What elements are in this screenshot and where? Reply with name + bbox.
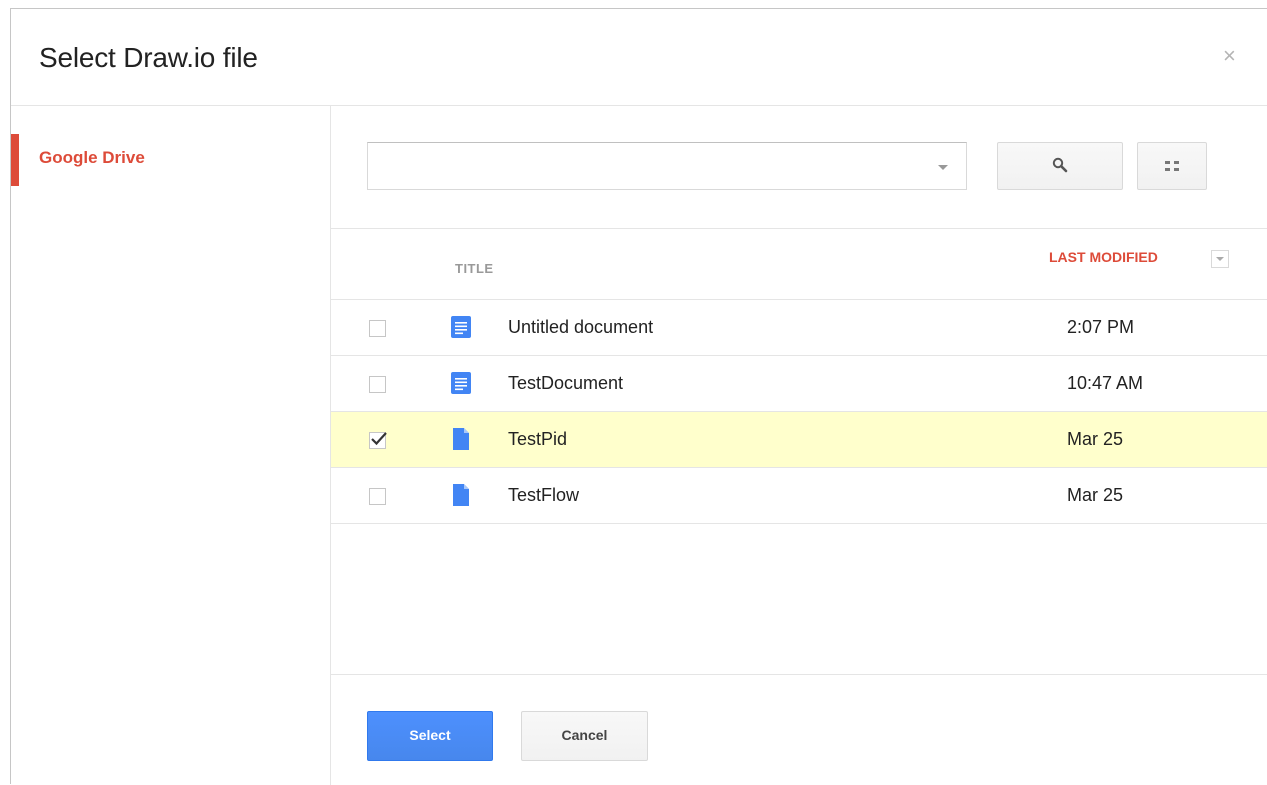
file-name: Untitled document [508, 317, 654, 337]
dialog-title: Select Draw.io file [39, 42, 258, 73]
google-doc-icon [451, 316, 471, 338]
file-modified: 10:47 AM [1067, 373, 1144, 393]
list-header: TITLE LAST MODIFIED [331, 228, 1267, 300]
google-doc-icon [451, 372, 471, 394]
file-name: TestFlow [508, 485, 580, 505]
active-indicator [11, 134, 19, 186]
sidebar: Google Drive [11, 106, 331, 785]
table-row[interactable]: Untitled document 2:07 PM [331, 300, 1267, 356]
search-icon [1052, 157, 1068, 173]
row-checkbox[interactable] [369, 488, 386, 505]
checkmark-icon [371, 432, 387, 446]
sidebar-item-label: Google Drive [39, 148, 145, 167]
main-panel: TITLE LAST MODIFIED Untitled document 2:… [331, 106, 1267, 785]
chevron-down-icon[interactable] [938, 165, 948, 170]
search-button[interactable] [997, 142, 1123, 190]
row-checkbox[interactable] [369, 320, 386, 337]
table-row[interactable]: TestDocument 10:47 AM [331, 356, 1267, 412]
file-modified: Mar 25 [1067, 485, 1124, 505]
file-modified: Mar 25 [1067, 429, 1124, 449]
dialog-footer: Select Cancel [331, 674, 1267, 785]
file-name: TestDocument [508, 373, 624, 393]
sort-dropdown-icon[interactable] [1211, 250, 1229, 268]
row-checkbox[interactable] [369, 432, 387, 449]
grid-view-icon [1165, 161, 1179, 171]
sidebar-item-google-drive[interactable]: Google Drive [11, 134, 330, 186]
select-button[interactable]: Select [367, 711, 493, 761]
file-picker-dialog: Select Draw.io file × Google Drive TITLE… [10, 8, 1267, 785]
file-icon [453, 484, 469, 506]
grid-view-button[interactable] [1137, 142, 1207, 190]
file-icon [453, 428, 469, 450]
column-header-last-modified[interactable]: LAST MODIFIED [1049, 249, 1158, 265]
row-checkbox[interactable] [369, 376, 386, 393]
dialog-header: Select Draw.io file × [11, 9, 1267, 106]
close-icon[interactable]: × [1223, 45, 1236, 67]
file-name: TestPid [508, 429, 568, 449]
file-modified: 2:07 PM [1067, 317, 1135, 337]
search-field[interactable] [367, 142, 967, 190]
table-row[interactable]: TestFlow Mar 25 [331, 468, 1267, 524]
table-row[interactable]: TestPid Mar 25 [331, 412, 1267, 468]
cancel-button[interactable]: Cancel [521, 711, 648, 761]
column-header-title[interactable]: TITLE [455, 261, 494, 276]
search-input[interactable] [376, 151, 930, 183]
